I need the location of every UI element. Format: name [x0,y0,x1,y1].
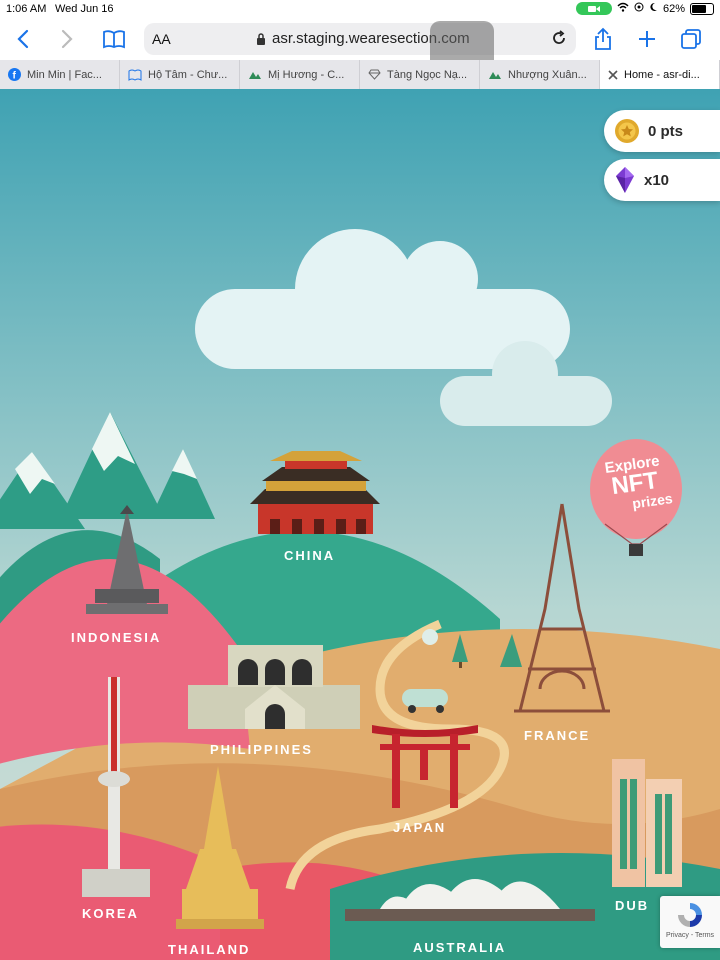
tab-label: Nhượng Xuân... [508,68,587,81]
location-icon [634,2,644,15]
tab-label: Min Min | Fac... [27,68,102,81]
tab-label: Tàng Ngọc Nạ... [387,68,468,81]
browser-toolbar: AA asr.staging.wearesection.com [0,18,720,85]
region-thailand[interactable]: THAILAND [168,942,250,957]
wifi-icon [617,2,629,15]
reader-aa-button[interactable]: AA [152,31,171,47]
mountain-logo-icon [489,71,501,79]
purple-gem-icon [616,167,634,193]
chevron-left-icon [17,29,29,49]
tab-item[interactable]: f Min Min | Fac... [0,60,120,89]
tab-label: Mị Hương - C... [268,68,345,81]
explore-nft-balloon-button[interactable]: Explore NFT prizes [582,450,691,533]
back-button[interactable] [8,24,38,54]
new-tab-button[interactable] [632,24,662,54]
book-icon [103,30,125,49]
facebook-icon: f [8,68,21,81]
region-france[interactable]: FRANCE [524,728,590,743]
diamond-icon [368,69,381,80]
region-australia[interactable]: AUSTRALIA [413,940,506,955]
plus-icon [639,31,655,47]
tab-item[interactable]: Tàng Ngọc Nạ... [360,60,480,89]
reload-button[interactable] [550,29,568,52]
gold-coin-icon [615,119,639,143]
battery-percent: 62% [662,2,685,15]
recaptcha-text: Privacy - Terms [665,932,715,939]
share-icon [595,27,611,50]
region-japan[interactable]: JAPAN [393,820,446,835]
tabs-overview-button[interactable] [676,24,706,54]
gems-value: x10 [644,171,670,189]
region-philippines[interactable]: PHILIPPINES [210,742,313,757]
battery-icon [690,2,714,15]
close-icon [608,69,618,80]
forward-button[interactable] [52,24,82,54]
address-bar[interactable]: AA asr.staging.wearesection.com [144,23,576,55]
bookmarks-button[interactable] [99,24,129,54]
points-value: 0 pts [648,122,684,140]
recaptcha-icon [678,903,702,927]
region-dubai[interactable]: DUB [615,898,649,913]
tabs-icon [681,29,701,49]
tab-item[interactable]: Hộ Tâm - Chư... [120,60,240,89]
moon-icon [649,2,658,15]
camera-in-use-icon [575,2,612,15]
points-counter[interactable]: 0 pts [604,110,720,152]
tab-label: Home - asr-di... [624,68,700,81]
tab-item-active[interactable]: Home - asr-di... [600,60,720,89]
region-china[interactable]: CHINA [284,548,335,563]
tab-item[interactable]: Nhượng Xuân... [480,60,600,89]
chevron-right-icon [61,29,73,49]
reload-icon [553,30,565,44]
region-indonesia[interactable]: INDONESIA [71,630,161,645]
world-map-scene[interactable]: 0 pts x10 Explore NFT prizes CHINA INDON… [0,89,720,960]
status-time: 1:06 AM [6,3,47,15]
lock-icon [257,32,265,45]
status-bar: 1:06 AM Wed Jun 16 62% [0,0,720,18]
status-date: Wed Jun 16 [55,3,114,15]
book-icon [128,69,142,81]
tab-label: Hộ Tâm - Chư... [148,68,228,81]
share-button[interactable] [588,24,618,54]
tab-item[interactable]: Mị Hương - C... [240,60,360,89]
tab-bar: f Min Min | Fac... Hộ Tâm - Chư... Mị Hư… [0,60,720,90]
gems-counter[interactable]: x10 [604,159,720,201]
mountain-logo-icon [249,71,261,79]
recaptcha-badge[interactable]: Privacy - Terms [660,896,720,948]
status-icons: 62% [575,2,714,15]
region-korea[interactable]: KOREA [82,906,139,921]
